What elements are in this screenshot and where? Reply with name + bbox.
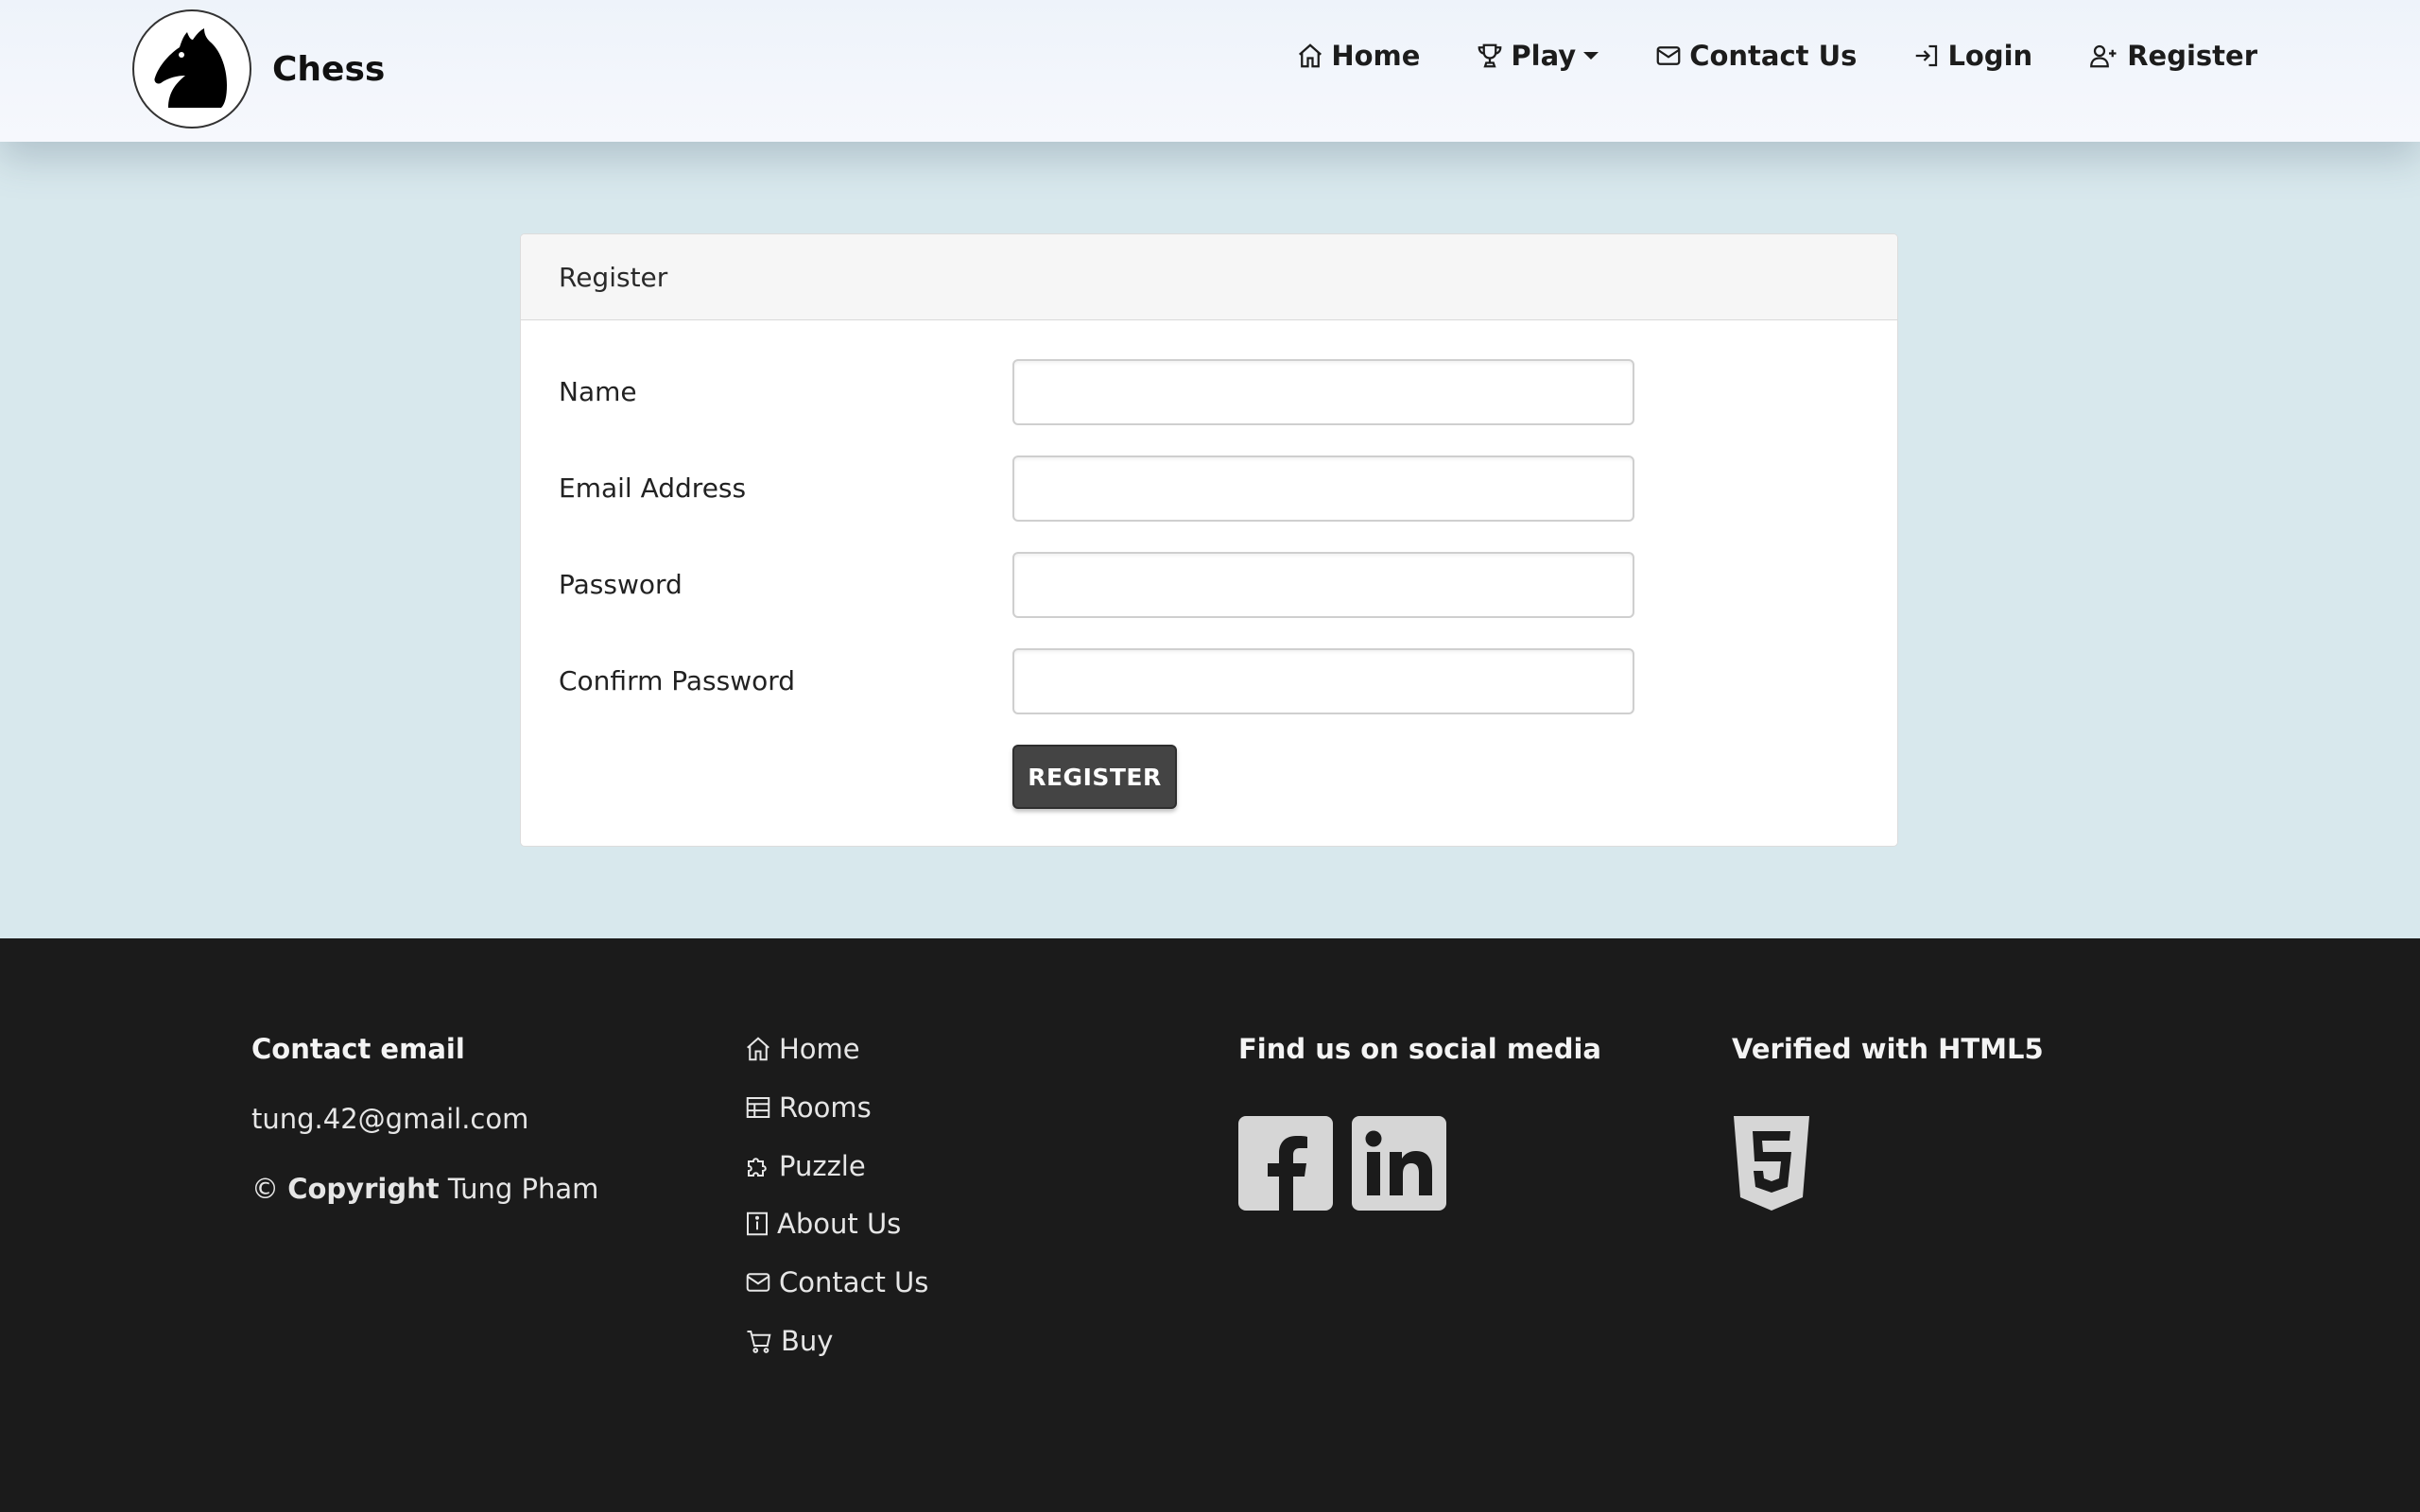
- email-input[interactable]: [1012, 455, 1634, 522]
- trophy-icon: [1478, 43, 1502, 68]
- social-heading: Find us on social media: [1238, 1033, 1601, 1065]
- house-icon: [747, 1037, 769, 1061]
- nav-login[interactable]: Login: [1911, 40, 2032, 72]
- nav-contact[interactable]: Contact Us: [1653, 40, 1857, 72]
- puzzle-icon: [748, 1158, 767, 1177]
- copyright-name: Tung Pham: [447, 1173, 599, 1205]
- register-button[interactable]: REGISTER: [1012, 745, 1177, 809]
- nav-play-label: Play: [1511, 40, 1577, 72]
- login-icon: [1916, 44, 1938, 67]
- nav-play-dropdown[interactable]: Play: [1475, 40, 1599, 72]
- html5-icon: [1732, 1116, 1811, 1214]
- brand-name[interactable]: Chess: [272, 50, 385, 89]
- nav-home[interactable]: Home: [1295, 40, 1420, 72]
- register-card: Register Name Email Address Password Con…: [520, 233, 1898, 847]
- contact-email-heading: Contact email: [251, 1033, 465, 1065]
- confirm-password-label: Confirm Password: [559, 665, 796, 696]
- footer-link-home-label: Home: [779, 1033, 860, 1065]
- brand[interactable]: Chess: [132, 9, 385, 129]
- nav-register[interactable]: Register: [2087, 40, 2257, 72]
- contact-email[interactable]: tung.42@gmail.com: [251, 1103, 528, 1135]
- nav-contact-label: Contact Us: [1689, 40, 1858, 72]
- nav-login-label: Login: [1947, 40, 2033, 72]
- envelope-icon: [746, 1273, 770, 1292]
- envelope-icon: [1656, 46, 1681, 65]
- info-icon: [747, 1211, 768, 1236]
- nav-links: Home Play Contact Us Login Register: [1240, 40, 2257, 72]
- knight-logo-icon[interactable]: [132, 9, 251, 129]
- copyright-symbol: ©: [251, 1173, 279, 1205]
- footer-link-contact[interactable]: Contact Us: [743, 1266, 928, 1298]
- footer-link-contact-label: Contact Us: [779, 1266, 929, 1298]
- footer-link-home[interactable]: Home: [743, 1033, 860, 1065]
- confirm-password-input[interactable]: [1012, 648, 1634, 714]
- email-label: Email Address: [559, 472, 747, 504]
- footer-link-buy-label: Buy: [781, 1325, 834, 1357]
- footer-link-buy[interactable]: Buy: [743, 1325, 833, 1357]
- password-label: Password: [559, 569, 683, 600]
- copyright-label: Copyright: [287, 1173, 440, 1205]
- footer-link-rooms[interactable]: Rooms: [743, 1091, 872, 1124]
- navbar: Chess Home Play Contact Us Login Registe…: [0, 0, 2420, 142]
- footer: Contact email tung.42@gmail.com © Copyri…: [0, 938, 2420, 1512]
- name-label: Name: [559, 376, 637, 407]
- house-icon: [1299, 43, 1322, 68]
- confirm-password-row: Confirm Password: [521, 648, 1897, 714]
- nav-register-label: Register: [2127, 40, 2257, 72]
- name-row: Name: [521, 359, 1897, 425]
- verified-heading: Verified with HTML5: [1732, 1033, 2044, 1065]
- email-row: Email Address: [521, 455, 1897, 522]
- footer-link-puzzle[interactable]: Puzzle: [743, 1150, 866, 1182]
- linkedin-icon[interactable]: [1352, 1116, 1446, 1211]
- facebook-icon[interactable]: [1238, 1116, 1333, 1211]
- nav-home-label: Home: [1331, 40, 1421, 72]
- copyright: © Copyright Tung Pham: [251, 1173, 598, 1205]
- footer-link-about[interactable]: About Us: [743, 1208, 901, 1240]
- cart-icon: [747, 1331, 771, 1353]
- footer-link-rooms-label: Rooms: [779, 1091, 872, 1124]
- password-row: Password: [521, 552, 1897, 618]
- name-input[interactable]: [1012, 359, 1634, 425]
- caret-down-icon: [1583, 52, 1599, 60]
- password-input[interactable]: [1012, 552, 1634, 618]
- footer-link-about-label: About Us: [777, 1208, 902, 1240]
- card-header: Register: [521, 234, 1897, 320]
- footer-link-puzzle-label: Puzzle: [779, 1150, 866, 1182]
- user-plus-icon: [2090, 44, 2117, 68]
- table-icon: [746, 1097, 770, 1118]
